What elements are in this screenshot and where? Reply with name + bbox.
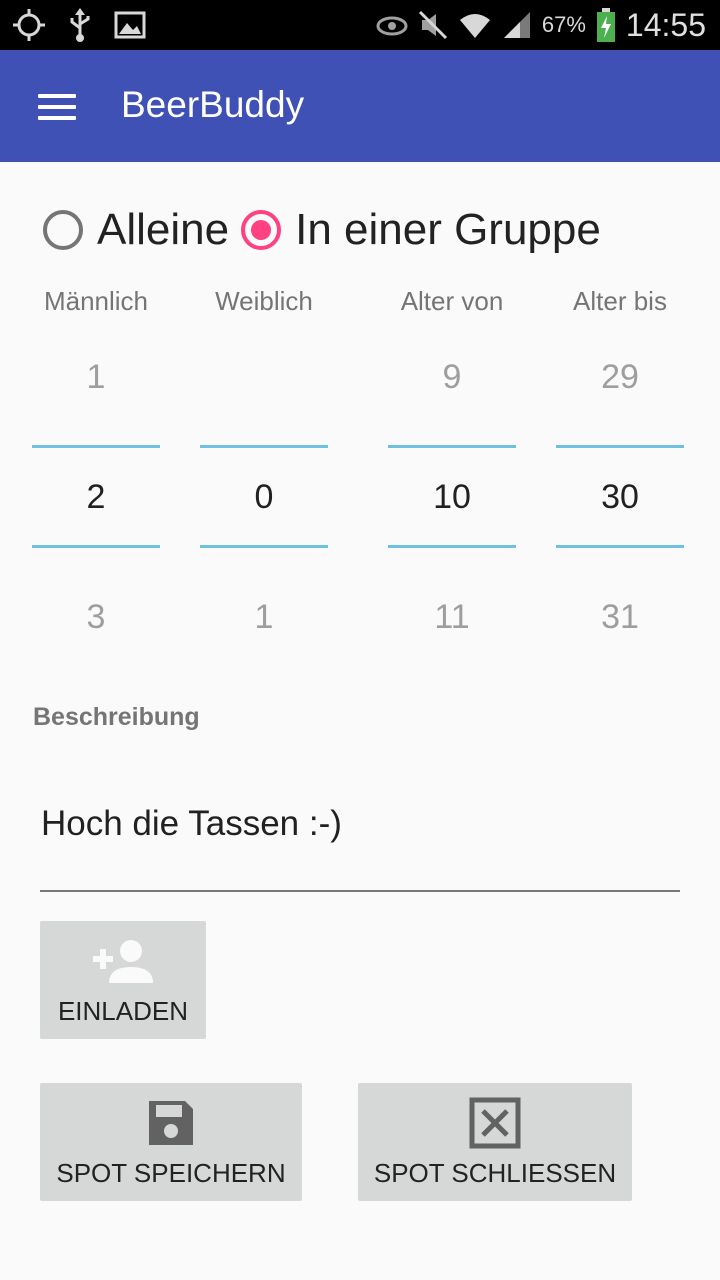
picker-prev-value[interactable]: 9 xyxy=(388,358,516,397)
radio-alleine[interactable]: Alleine xyxy=(43,205,241,255)
picker-divider xyxy=(32,445,160,448)
header-weiblich: Weiblich xyxy=(215,286,313,316)
radio-checked-icon xyxy=(241,210,282,250)
picker-alter-bis[interactable]: 29 30 31 xyxy=(556,340,684,660)
picker-divider xyxy=(200,445,328,448)
close-spot-button-label: SPOT SCHLIESSEN xyxy=(373,1158,617,1188)
picker-maennlich[interactable]: 1 2 3 xyxy=(32,340,160,660)
usb-icon xyxy=(70,8,90,42)
mode-radio-group: Alleine In einer Gruppe xyxy=(43,200,613,260)
battery-charging-icon xyxy=(596,8,615,42)
save-icon xyxy=(149,1101,193,1145)
radio-unchecked-icon xyxy=(43,210,83,250)
picker-current-value[interactable]: 2 xyxy=(32,478,160,517)
signal-icon xyxy=(503,12,530,38)
add-person-icon xyxy=(93,940,153,983)
picker-prev-value[interactable]: 29 xyxy=(556,358,684,397)
invite-button-label: EINLADEN xyxy=(57,996,189,1026)
picker-divider xyxy=(556,445,684,448)
radio-gruppe[interactable]: In einer Gruppe xyxy=(241,205,613,255)
clock: 14:55 xyxy=(625,6,706,43)
close-box-icon xyxy=(469,1097,521,1149)
header-maennlich: Männlich xyxy=(43,286,149,316)
picker-prev-value[interactable]: 1 xyxy=(32,358,160,397)
description-label: Beschreibung xyxy=(33,703,200,731)
app-title: BeerBuddy xyxy=(121,84,305,125)
radio-label-gruppe: In einer Gruppe xyxy=(295,205,601,254)
battery-percent: 67% xyxy=(541,12,586,37)
picker-next-value[interactable]: 31 xyxy=(556,598,684,637)
app-bar: BeerBuddy xyxy=(0,50,720,162)
picker-next-value[interactable]: 3 xyxy=(32,598,160,637)
picker-divider xyxy=(388,545,516,548)
picker-alter-von[interactable]: 9 10 11 xyxy=(388,340,516,660)
radio-label-alleine: Alleine xyxy=(97,205,230,254)
image-icon xyxy=(114,11,146,39)
save-spot-button-label: SPOT SPEICHERN xyxy=(56,1158,286,1188)
save-spot-button[interactable]: SPOT SPEICHERN xyxy=(40,1083,302,1201)
invite-button[interactable]: EINLADEN xyxy=(40,921,206,1039)
description-input[interactable]: Hoch die Tassen :-) xyxy=(40,800,680,892)
picker-weiblich[interactable]: 0 1 xyxy=(200,340,328,660)
picker-divider xyxy=(32,545,160,548)
mute-icon xyxy=(418,10,447,40)
picker-next-value[interactable]: 1 xyxy=(200,598,328,637)
picker-current-value[interactable]: 30 xyxy=(556,478,684,517)
close-spot-button[interactable]: SPOT SCHLIESSEN xyxy=(358,1083,632,1201)
header-alter-bis: Alter bis xyxy=(573,286,667,316)
picker-divider xyxy=(200,545,328,548)
menu-icon[interactable] xyxy=(38,94,76,120)
eye-icon xyxy=(376,16,408,36)
picker-divider xyxy=(556,545,684,548)
header-alter-von: Alter von xyxy=(400,286,504,316)
picker-current-value[interactable]: 10 xyxy=(388,478,516,517)
picker-current-value[interactable]: 0 xyxy=(200,478,328,517)
picker-divider xyxy=(388,445,516,448)
status-bar: 67% 14:55 xyxy=(0,0,720,50)
wifi-icon xyxy=(459,14,490,38)
picker-next-value[interactable]: 11 xyxy=(388,598,516,637)
location-icon xyxy=(13,9,45,41)
